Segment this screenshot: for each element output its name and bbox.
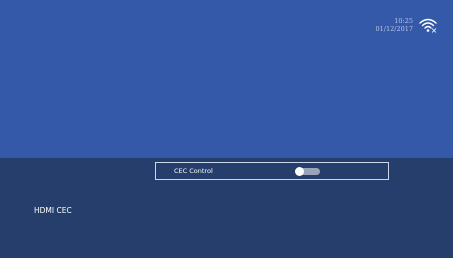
wifi-icon [419, 18, 437, 33]
cec-control-toggle[interactable] [295, 167, 320, 176]
toggle-knob [295, 167, 304, 176]
clock-time: 10:25 [394, 17, 413, 25]
status-area: 10:25 01/12/2017 [376, 17, 413, 33]
cec-control-label: CEC Control [174, 167, 213, 175]
section-title: HDMI CEC [34, 206, 72, 215]
cec-control-row[interactable]: CEC Control [155, 162, 389, 180]
clock-date: 01/12/2017 [375, 25, 413, 33]
